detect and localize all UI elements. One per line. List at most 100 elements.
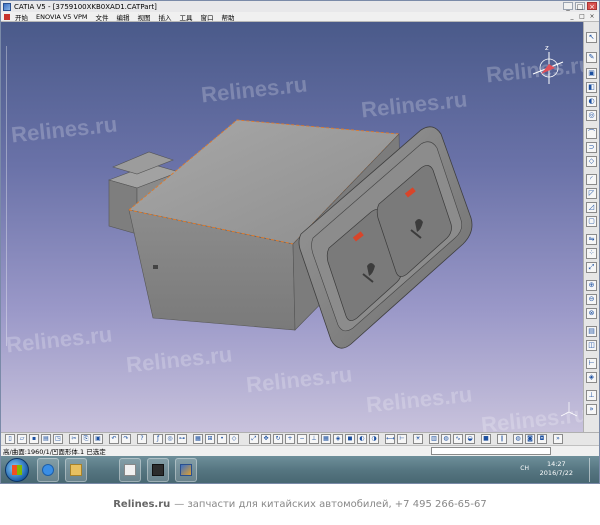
grid-icon[interactable]: ▦ (193, 434, 203, 444)
plane-icon[interactable]: ◇ (229, 434, 239, 444)
pocket-icon[interactable]: ◧ (586, 82, 597, 93)
mirror-icon[interactable]: ⇋ (586, 234, 597, 245)
open-icon[interactable]: ▱ (17, 434, 27, 444)
menu-insert[interactable]: 插入 (154, 12, 175, 22)
measure-icon[interactable]: ⊢ (586, 358, 597, 369)
pad-icon[interactable]: ▣ (586, 68, 597, 79)
media-icon (124, 464, 136, 476)
taskbar-folder[interactable] (65, 458, 87, 482)
clock[interactable]: 14:27 2016/7/22 (540, 460, 573, 478)
undo-icon[interactable]: ↶ (109, 434, 119, 444)
menu-help[interactable]: 帮助 (217, 12, 238, 22)
shell-icon[interactable]: ▢ (586, 216, 597, 227)
material-icon[interactable]: ◈ (586, 372, 597, 383)
menu-bar: 开始 ENOVIA V5 VPM 文件 编辑 视图 插入 工具 窗口 帮助 _ … (1, 12, 599, 22)
taskbar-catia[interactable] (175, 458, 197, 482)
loft-icon[interactable]: ◇ (586, 156, 597, 167)
multi-view-icon[interactable]: ▦ (321, 434, 331, 444)
new-icon[interactable]: ▯ (5, 434, 15, 444)
measure-item-icon[interactable]: ⊢ (397, 434, 407, 444)
more-icon[interactable]: » (586, 404, 597, 415)
doc-minimize-button[interactable]: _ (568, 13, 576, 20)
menu-start[interactable]: 开始 (11, 12, 32, 22)
iso-view-icon[interactable]: ◈ (333, 434, 343, 444)
scale-icon[interactable]: ⤢ (586, 262, 597, 273)
formula-icon[interactable]: ƒ (153, 434, 163, 444)
draft-icon[interactable]: ◿ (586, 202, 597, 213)
light-icon[interactable]: ☀ (413, 434, 423, 444)
whatsthis-icon[interactable]: ? (137, 434, 147, 444)
save-icon[interactable]: ▪ (29, 434, 39, 444)
pan-icon[interactable]: ✥ (261, 434, 271, 444)
point-icon[interactable]: • (217, 434, 227, 444)
rib-icon[interactable]: ⌒ (586, 128, 597, 139)
tree-icon[interactable]: ⊶ (177, 434, 187, 444)
stop-icon[interactable]: ■ (481, 434, 491, 444)
taskbar-ie[interactable] (37, 458, 59, 482)
menu-edit[interactable]: 编辑 (112, 12, 133, 22)
globe-icon[interactable]: ◍ (513, 434, 523, 444)
hide-show-icon[interactable]: ◐ (357, 434, 367, 444)
close-button[interactable]: × (587, 2, 597, 11)
maximize-button[interactable]: □ (575, 2, 585, 11)
compass-icon[interactable]: z (532, 44, 564, 84)
redo-icon[interactable]: ↷ (121, 434, 131, 444)
slot-icon[interactable]: ⊃ (586, 142, 597, 153)
tray-language[interactable]: CH (520, 465, 529, 472)
fit-all-icon[interactable]: ⤢ (249, 434, 259, 444)
shaft-icon[interactable]: ◐ (586, 96, 597, 107)
clock-date: 2016/7/22 (539, 469, 573, 477)
measure-between-icon[interactable]: ⟷ (385, 434, 395, 444)
normal-view-icon[interactable]: ⊥ (309, 434, 319, 444)
constraint-icon[interactable]: ⊥ (586, 390, 597, 401)
doc-restore-button[interactable]: □ (578, 13, 586, 20)
rotate-icon[interactable]: ↻ (273, 434, 283, 444)
menu-window[interactable]: 窗口 (196, 12, 217, 22)
taskbar-media[interactable] (119, 458, 141, 482)
start-button[interactable] (5, 458, 29, 482)
show-desktop-button[interactable] (589, 458, 597, 482)
apply-material-icon[interactable]: ◍ (441, 434, 451, 444)
fillet-icon[interactable]: ◜ (586, 174, 597, 185)
doc-close-button[interactable]: × (588, 13, 596, 20)
menu-tools[interactable]: 工具 (175, 12, 196, 22)
render-icon[interactable]: ◘ (537, 434, 547, 444)
analysis-icon[interactable]: ∿ (453, 434, 463, 444)
bottom-toolbar: ▯ ▱ ▪ ▤ ◳ ✂ ⎘ ▣ ↶ ↷ ? ƒ ◎ ⊶ ▦ ⊞ • ◇ ⤢ ✥ … (1, 432, 599, 445)
print-icon[interactable]: ▤ (41, 434, 51, 444)
shading-icon[interactable]: ◼ (345, 434, 355, 444)
remove-icon[interactable]: ⊖ (586, 294, 597, 305)
zoom-out-icon[interactable]: − (297, 434, 307, 444)
draft-analysis-icon[interactable]: ◒ (465, 434, 475, 444)
swap-visible-icon[interactable]: ◑ (369, 434, 379, 444)
chamfer-icon[interactable]: ◸ (586, 188, 597, 199)
copy-icon[interactable]: ⎘ (81, 434, 91, 444)
snap-icon[interactable]: ⊞ (205, 434, 215, 444)
minimize-button[interactable]: _ (563, 2, 573, 11)
intersect-icon[interactable]: ⊗ (586, 308, 597, 319)
paste-icon[interactable]: ▣ (93, 434, 103, 444)
select-icon[interactable]: ↖ (586, 32, 597, 43)
command-input[interactable] (431, 447, 551, 455)
cut-icon[interactable]: ✂ (69, 434, 79, 444)
sketch-icon[interactable]: ✎ (586, 52, 597, 63)
taskbar-app[interactable] (147, 458, 169, 482)
surface-icon[interactable]: ◫ (586, 340, 597, 351)
menu-view[interactable]: 视图 (133, 12, 154, 22)
toolbar-chevron-icon[interactable]: » (553, 434, 563, 444)
sketcher-icon[interactable]: ◎ (165, 434, 175, 444)
3d-viewport[interactable]: Relines.ru Relines.ru Relines.ru Relines… (1, 22, 583, 432)
hole-icon[interactable]: ◎ (586, 110, 597, 121)
part-model[interactable]: z (1, 22, 583, 432)
zoom-in-icon[interactable]: + (285, 434, 295, 444)
thickness-icon[interactable]: ▤ (586, 326, 597, 337)
parallel-icon[interactable]: ∥ (497, 434, 507, 444)
catalog-icon[interactable]: ▥ (429, 434, 439, 444)
camera-icon[interactable]: ◙ (525, 434, 535, 444)
window-title: CATIA V5 - [3759100XKB0XAD1.CATPart] (14, 2, 157, 11)
capture-icon[interactable]: ◳ (53, 434, 63, 444)
menu-file[interactable]: 文件 (91, 12, 112, 22)
menu-enovia[interactable]: ENOVIA V5 VPM (32, 13, 91, 21)
pattern-icon[interactable]: ⁘ (586, 248, 597, 259)
boolean-icon[interactable]: ⊕ (586, 280, 597, 291)
